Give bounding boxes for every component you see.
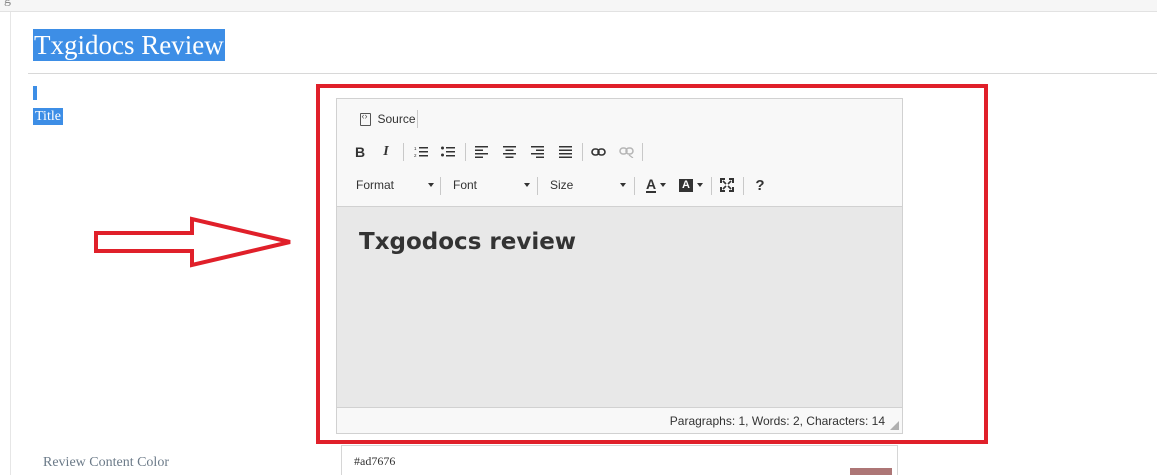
toolbar-separator [417, 110, 418, 128]
background-color-icon: A [679, 178, 693, 192]
editor-content-area[interactable]: Txgodocs review [337, 207, 902, 407]
page-title: Txgidocs Review [33, 29, 225, 61]
align-left-button[interactable] [471, 141, 491, 163]
italic-button[interactable]: I [376, 141, 396, 163]
justify-icon [558, 146, 572, 158]
background-color-button[interactable]: A [677, 174, 705, 196]
toolbar-separator [403, 143, 404, 161]
font-label: Font [453, 178, 478, 192]
size-label: Size [550, 178, 574, 192]
toolbar-separator [465, 143, 466, 161]
toolbar-separator [642, 143, 643, 161]
font-dropdown[interactable]: Font [453, 175, 530, 195]
toolbar-separator [537, 177, 538, 195]
text-color-icon: A [645, 175, 657, 193]
selection-caret [33, 86, 37, 100]
maximize-button[interactable] [717, 174, 737, 196]
chevron-down-icon [620, 183, 626, 187]
format-dropdown[interactable]: Format [356, 175, 434, 195]
source-icon [360, 111, 372, 126]
align-left-icon [474, 146, 488, 158]
toolbar-separator [440, 177, 441, 195]
text-color-button[interactable]: A [642, 174, 670, 196]
editor-toolbar: Source B I 1 2 [337, 99, 902, 207]
color-swatch[interactable] [850, 468, 892, 475]
chevron-down-icon [428, 183, 434, 187]
unlink-icon [618, 146, 634, 158]
top-strip: g [0, 0, 1157, 12]
top-glyph: g [4, 0, 11, 8]
unlink-button[interactable] [616, 141, 636, 163]
bulleted-list-button[interactable] [438, 141, 458, 163]
review-color-label: Review Content Color [43, 455, 169, 470]
resize-handle-icon[interactable] [890, 421, 899, 430]
size-dropdown[interactable]: Size [550, 175, 626, 195]
chevron-down-icon [524, 183, 530, 187]
review-color-value: #ad7676 [354, 454, 396, 468]
title-field-label: Title [33, 108, 63, 125]
numbered-list-icon: 1 2 [414, 146, 428, 158]
justify-button[interactable] [555, 141, 575, 163]
toolbar-separator [582, 143, 583, 161]
svg-text:2: 2 [414, 153, 417, 158]
source-button[interactable]: Source [351, 108, 425, 130]
align-center-icon [502, 146, 516, 158]
red-arrow-icon [94, 216, 291, 268]
bulleted-list-icon [441, 146, 455, 157]
help-button[interactable]: ? [750, 174, 770, 196]
toolbar-separator [743, 177, 744, 195]
format-label: Format [356, 178, 395, 192]
link-icon [590, 148, 606, 156]
svg-text:1: 1 [414, 146, 417, 151]
rich-text-editor: Source B I 1 2 [336, 98, 903, 434]
align-center-button[interactable] [499, 141, 519, 163]
toolbar-separator [711, 177, 712, 195]
link-button[interactable] [588, 141, 608, 163]
title-divider [28, 73, 1157, 74]
source-label: Source [377, 112, 416, 126]
review-color-field[interactable]: #ad7676 [341, 445, 898, 475]
chevron-down-icon [697, 183, 703, 187]
align-right-button[interactable] [527, 141, 547, 163]
toolbar-separator [634, 177, 635, 195]
word-count-status: Paragraphs: 1, Words: 2, Characters: 14 [669, 414, 885, 428]
maximize-icon [720, 178, 734, 192]
chevron-down-icon [660, 183, 667, 187]
align-right-icon [530, 146, 544, 158]
numbered-list-button[interactable]: 1 2 [411, 141, 431, 163]
editor-status-bar: Paragraphs: 1, Words: 2, Characters: 14 [337, 407, 902, 433]
bold-button[interactable]: B [350, 141, 370, 163]
content-heading: Txgodocs review [359, 229, 577, 255]
